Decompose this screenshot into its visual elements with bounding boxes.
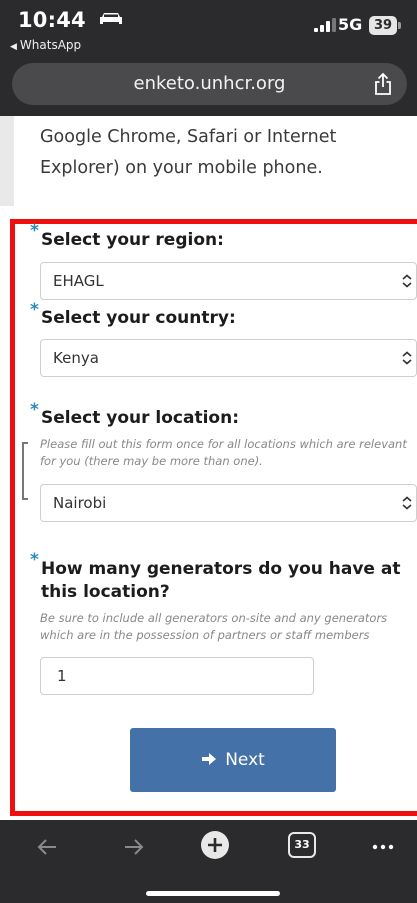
address-bar[interactable]: enketo.unhcr.org [12,63,407,105]
forward-arrow-icon[interactable] [123,832,145,862]
chevron-updown-icon [402,496,412,510]
tab-count-button[interactable]: 33 [288,832,316,858]
location-select[interactable]: Nairobi [40,484,417,522]
required-marker: * [30,221,39,241]
home-indicator[interactable] [146,891,280,896]
battery-level: 39 [369,16,397,35]
car-icon [100,13,123,24]
new-tab-plus-icon[interactable] [200,830,230,860]
region-label: Select your region: [41,230,224,250]
required-marker: * [30,400,39,420]
form-page: Google Chrome, Safari or Internet Explor… [0,116,417,820]
back-app-label: WhatsApp [19,38,82,52]
region-select[interactable]: EHAGL [40,262,417,300]
more-dots-icon[interactable] [371,832,395,862]
generators-count-value: 1 [57,667,67,685]
chevron-updown-icon [402,351,412,365]
next-button[interactable]: Next [130,728,336,792]
country-label: Select your country: [41,308,236,328]
share-icon[interactable] [373,72,393,96]
network-type: 5G [338,15,363,34]
status-time: 10:44 [18,8,123,32]
status-time-text: 10:44 [18,8,86,32]
generators-hint: Be sure to include all generators on-sit… [40,611,388,642]
battery-icon: 39 [369,16,401,35]
back-to-app-link[interactable]: ◀ WhatsApp [10,38,81,52]
generators-count-input[interactable]: 1 [40,657,314,695]
browser-bottom-toolbar: 33 [0,820,417,903]
back-arrow-icon[interactable] [36,832,58,862]
region-value: EHAGL [53,272,104,290]
location-value: Nairobi [53,494,107,512]
browser-top-chrome: 10:44 ◀ WhatsApp 5G 39 enketo.unhcr.org [0,0,417,116]
generators-label: How many generators do you have at this … [41,559,401,602]
arrow-right-icon [202,753,217,765]
location-hint: Please fill out this form once for all l… [40,437,407,468]
url-text: enketo.unhcr.org [133,73,286,94]
location-label: Select your location: [41,408,240,428]
next-button-label: Next [225,750,265,770]
intro-text: Google Chrome, Safari or Internet Explor… [40,127,337,178]
required-marker: * [30,300,39,320]
required-marker: * [30,550,39,570]
left-margin-rule [0,116,14,206]
signal-icon [314,18,336,32]
chevron-updown-icon [402,274,412,288]
group-bracket [22,442,28,500]
country-select[interactable]: Kenya [40,339,417,377]
country-value: Kenya [53,349,99,367]
back-triangle-icon: ◀ [10,42,17,52]
battery-cap [398,22,401,29]
